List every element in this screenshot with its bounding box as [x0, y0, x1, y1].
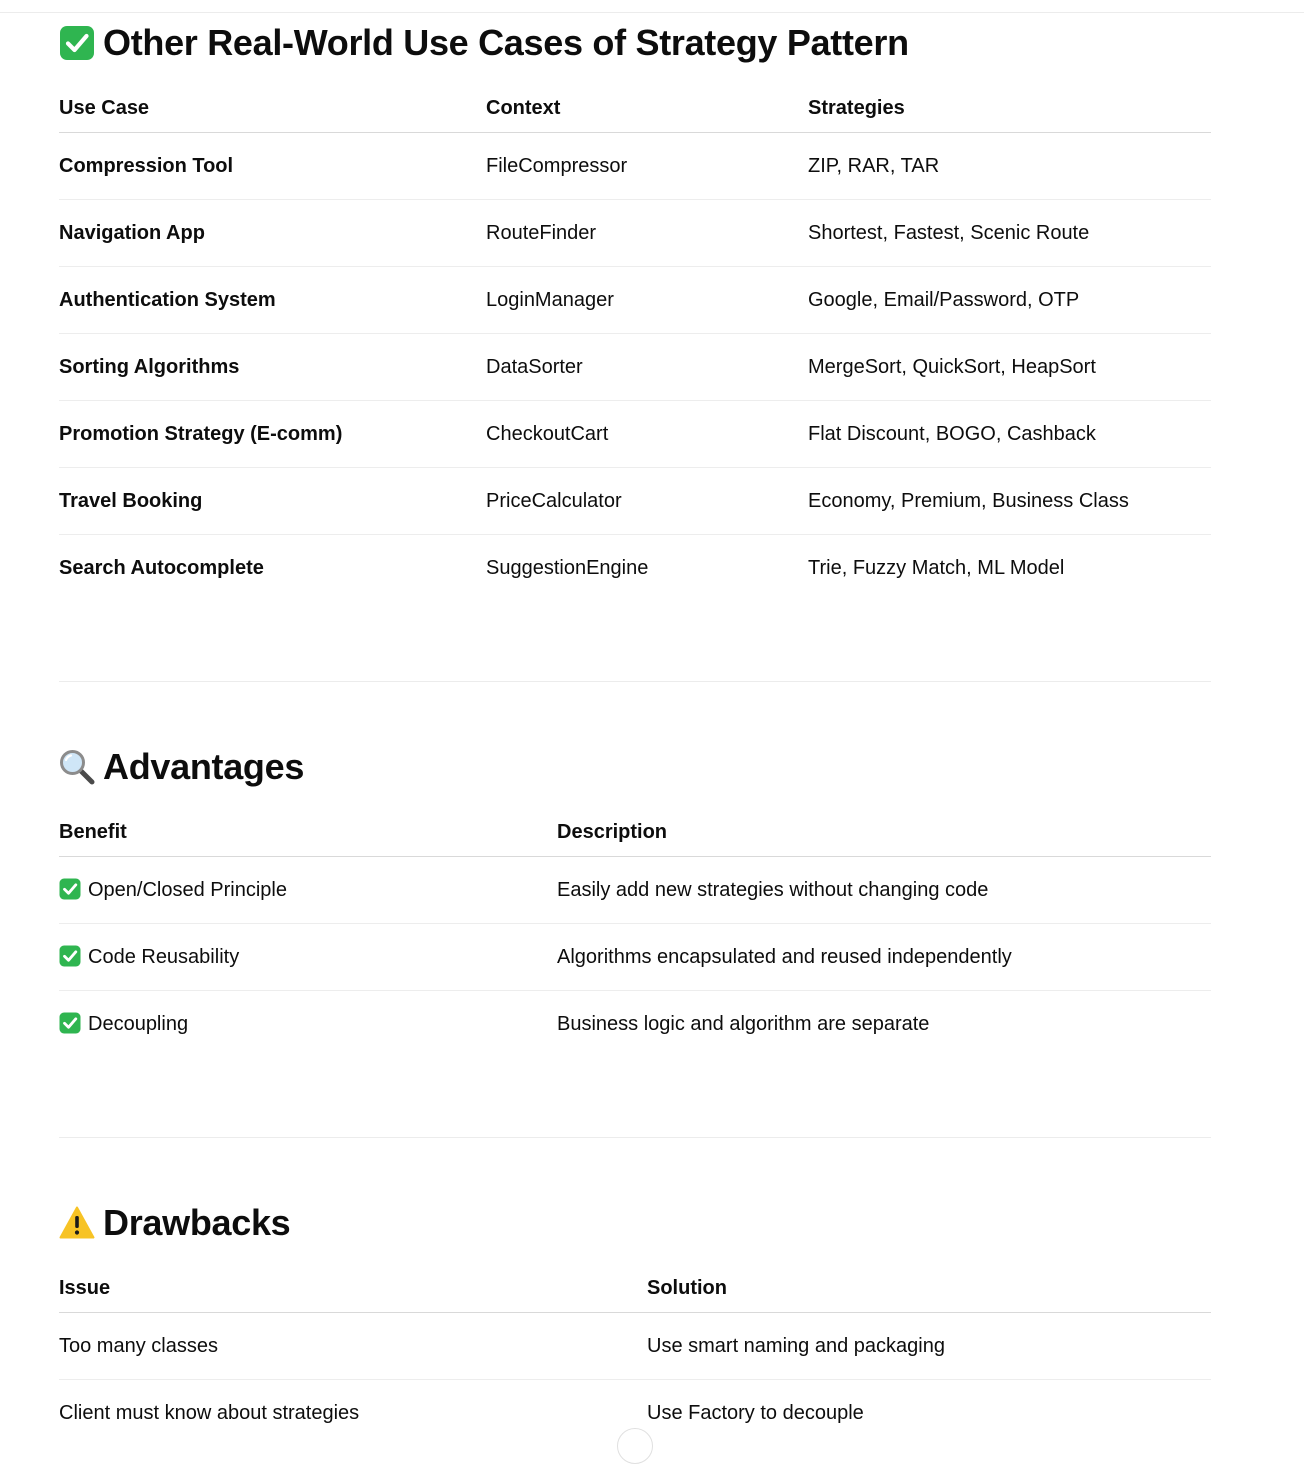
benefit-label: Code Reusability	[88, 946, 240, 968]
use-case-cell: Promotion Strategy (E-comm)	[59, 400, 486, 468]
table-row: Code Reusability Algorithms encapsulated…	[59, 923, 1211, 991]
benefit-label: Open/Closed Principle	[88, 879, 287, 901]
benefit-label: Decoupling	[88, 1013, 189, 1035]
benefit-cell: Code Reusability	[59, 923, 557, 991]
use-case-cell: Authentication System	[59, 266, 486, 334]
description-cell: Business logic and algorithm are separat…	[557, 1013, 930, 1035]
use-cases-table: Use Case Context Strategies Compression …	[59, 84, 1211, 601]
heading-use-cases-text: Other Real-World Use Cases of Strategy P…	[103, 22, 909, 63]
table-row: Travel Booking PriceCalculator Economy, …	[59, 467, 1211, 535]
use-case-cell: Sorting Algorithms	[59, 333, 486, 401]
use-case-cell: Search Autocomplete	[59, 557, 264, 579]
heading-drawbacks-text: Drawbacks	[103, 1202, 291, 1243]
column-header: Solution	[647, 1264, 1211, 1313]
strategies-cell: MergeSort, QuickSort, HeapSort	[808, 333, 1211, 401]
use-case-cell: Navigation App	[59, 199, 486, 267]
heading-drawbacks: Drawbacks	[59, 1202, 291, 1244]
section-divider	[59, 1137, 1211, 1138]
column-header: Strategies	[808, 84, 1211, 133]
column-header: Description	[557, 808, 1211, 857]
strategies-cell: Google, Email/Password, OTP	[808, 266, 1211, 334]
strategies-cell: Economy, Premium, Business Class	[808, 467, 1211, 535]
heading-use-cases: Other Real-World Use Cases of Strategy P…	[59, 22, 909, 64]
issue-cell: Too many classes	[59, 1312, 647, 1380]
description-cell: Easily add new strategies without changi…	[557, 856, 1211, 924]
strategies-cell: Trie, Fuzzy Match, ML Model	[808, 557, 1065, 579]
solution-cell: Use Factory to decouple	[647, 1402, 864, 1424]
check-mark-button-icon	[59, 945, 81, 967]
check-mark-button-icon	[59, 1012, 81, 1034]
table-row: Sorting Algorithms DataSorter MergeSort,…	[59, 333, 1211, 401]
solution-cell: Use smart naming and packaging	[647, 1312, 1211, 1380]
column-header: Benefit	[59, 808, 557, 857]
strategies-cell: ZIP, RAR, TAR	[808, 132, 1211, 200]
context-cell: CheckoutCart	[486, 400, 808, 468]
heading-advantages-text: Advantages	[103, 746, 305, 787]
check-mark-button-icon	[59, 25, 95, 61]
column-header: Context	[486, 84, 808, 133]
column-header: Issue	[59, 1264, 647, 1313]
table-row: Navigation App RouteFinder Shortest, Fas…	[59, 199, 1211, 267]
context-cell: LoginManager	[486, 266, 808, 334]
table-header-row: Benefit Description	[59, 808, 1211, 857]
top-divider	[0, 12, 1304, 13]
use-case-cell: Compression Tool	[59, 132, 486, 200]
issue-cell: Client must know about strategies	[59, 1402, 360, 1424]
benefit-cell: Decoupling	[59, 991, 557, 1058]
context-cell: DataSorter	[486, 333, 808, 401]
warning-icon	[59, 1205, 95, 1241]
drawbacks-table: Issue Solution Too many classes Use smar…	[59, 1264, 1211, 1446]
description-cell: Algorithms encapsulated and reused indep…	[557, 923, 1211, 991]
use-case-cell: Travel Booking	[59, 467, 486, 535]
context-cell: SuggestionEngine	[486, 557, 649, 579]
advantages-table: Benefit Description Open/Closed Principl…	[59, 808, 1211, 1057]
table-row: Search Autocomplete SuggestionEngine Tri…	[59, 535, 1211, 602]
table-row: Open/Closed Principle Easily add new str…	[59, 856, 1211, 924]
table-row: Compression Tool FileCompressor ZIP, RAR…	[59, 132, 1211, 200]
context-cell: FileCompressor	[486, 132, 808, 200]
strategies-cell: Shortest, Fastest, Scenic Route	[808, 199, 1211, 267]
section-divider	[59, 681, 1211, 682]
table-row: Authentication System LoginManager Googl…	[59, 266, 1211, 334]
context-cell: RouteFinder	[486, 199, 808, 267]
magnifying-glass-icon	[59, 749, 95, 785]
table-row: Too many classes Use smart naming and pa…	[59, 1312, 1211, 1380]
table-header-row: Use Case Context Strategies	[59, 84, 1211, 133]
strategies-cell: Flat Discount, BOGO, Cashback	[808, 400, 1211, 468]
table-row: Promotion Strategy (E-comm) CheckoutCart…	[59, 400, 1211, 468]
table-row: Decoupling Business logic and algorithm …	[59, 991, 1211, 1058]
check-mark-button-icon	[59, 878, 81, 900]
heading-advantages: Advantages	[59, 746, 304, 788]
table-header-row: Issue Solution	[59, 1264, 1211, 1313]
benefit-cell: Open/Closed Principle	[59, 856, 557, 924]
column-header: Use Case	[59, 84, 486, 133]
scroll-to-bottom-button[interactable]	[617, 1428, 653, 1464]
context-cell: PriceCalculator	[486, 467, 808, 535]
